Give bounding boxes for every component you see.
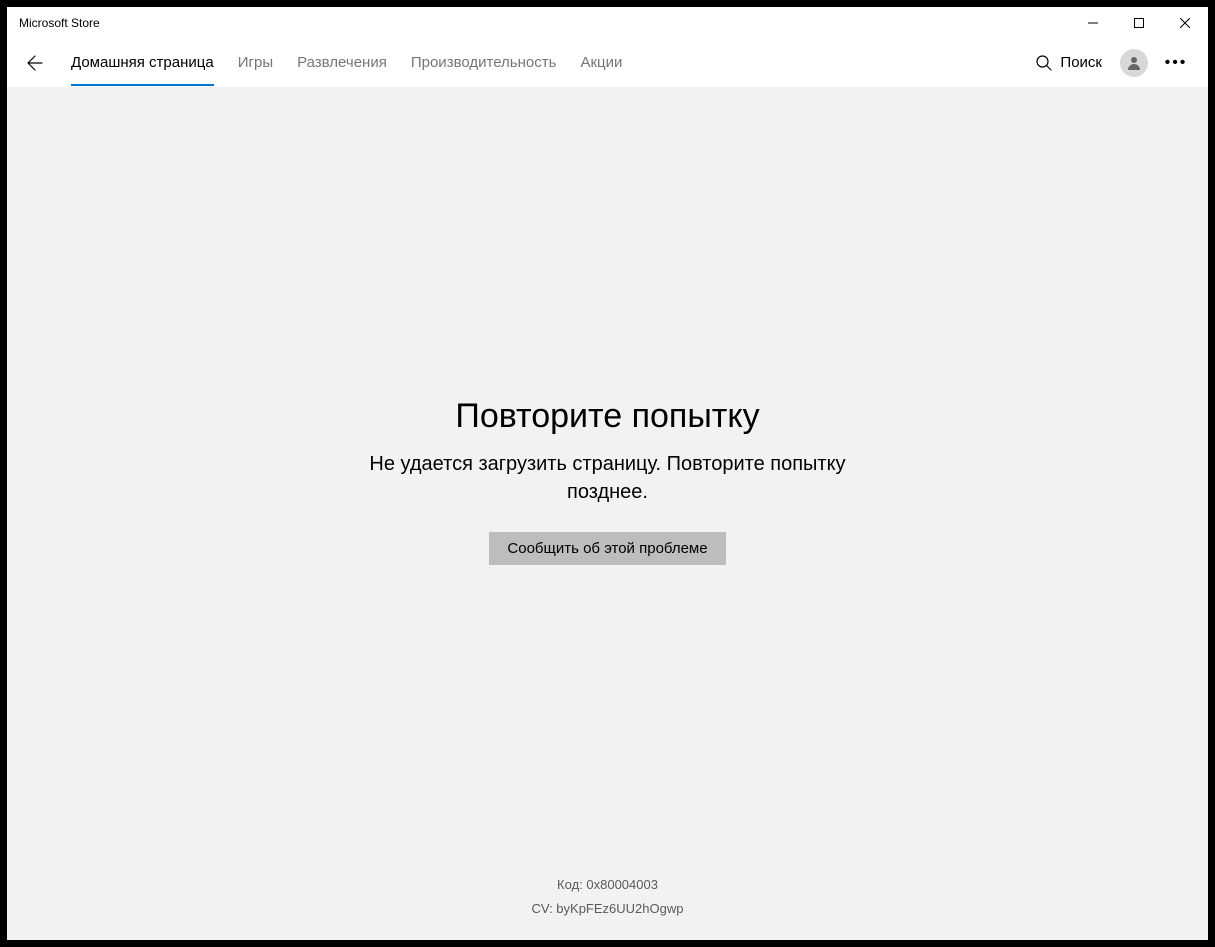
minimize-icon <box>1088 18 1098 28</box>
error-message: Не удается загрузить страницу. Повторите… <box>348 450 868 506</box>
nav-tab-label: Развлечения <box>297 54 387 71</box>
nav-tab-label: Игры <box>238 54 273 71</box>
error-code: Код: 0x80004003 <box>7 873 1208 898</box>
user-icon <box>1126 55 1142 71</box>
back-button[interactable] <box>15 43 55 83</box>
window-controls <box>1070 7 1208 39</box>
nav-tab-home[interactable]: Домашняя страница <box>59 39 226 86</box>
minimize-button[interactable] <box>1070 7 1116 39</box>
nav-tab-entertainment[interactable]: Развлечения <box>285 39 399 86</box>
nav-tab-label: Акции <box>580 54 622 71</box>
error-codes: Код: 0x80004003 CV: byKpFEz6UU2hOgwp <box>7 873 1208 922</box>
user-avatar-button[interactable] <box>1120 49 1148 77</box>
content-area: Повторите попытку Не удается загрузить с… <box>7 87 1208 940</box>
error-cv: CV: byKpFEz6UU2hOgwp <box>7 897 1208 922</box>
error-title: Повторите попытку <box>455 397 759 436</box>
nav-tab-productivity[interactable]: Производительность <box>399 39 569 86</box>
nav-tabs: Домашняя страница Игры Развлечения Произ… <box>59 39 634 86</box>
window-title: Microsoft Store <box>19 16 1070 30</box>
maximize-button[interactable] <box>1116 7 1162 39</box>
report-problem-button[interactable]: Сообщить об этой проблеме <box>489 532 725 565</box>
navbar: Домашняя страница Игры Развлечения Произ… <box>7 39 1208 87</box>
search-button[interactable]: Поиск <box>1026 48 1112 77</box>
nav-tab-label: Домашняя страница <box>71 54 214 71</box>
search-icon <box>1036 55 1052 71</box>
search-label: Поиск <box>1060 54 1102 71</box>
arrow-left-icon <box>27 55 43 71</box>
nav-tab-label: Производительность <box>411 54 557 71</box>
more-icon: ••• <box>1165 54 1188 72</box>
close-icon <box>1180 18 1190 28</box>
titlebar: Microsoft Store <box>7 7 1208 39</box>
close-button[interactable] <box>1162 7 1208 39</box>
nav-tab-deals[interactable]: Акции <box>568 39 634 86</box>
nav-tab-games[interactable]: Игры <box>226 39 285 86</box>
more-button[interactable]: ••• <box>1156 43 1196 83</box>
app-window: Microsoft Store Домашняя страница Игры <box>7 7 1208 940</box>
maximize-icon <box>1134 18 1144 28</box>
nav-right: Поиск ••• <box>1026 43 1200 83</box>
